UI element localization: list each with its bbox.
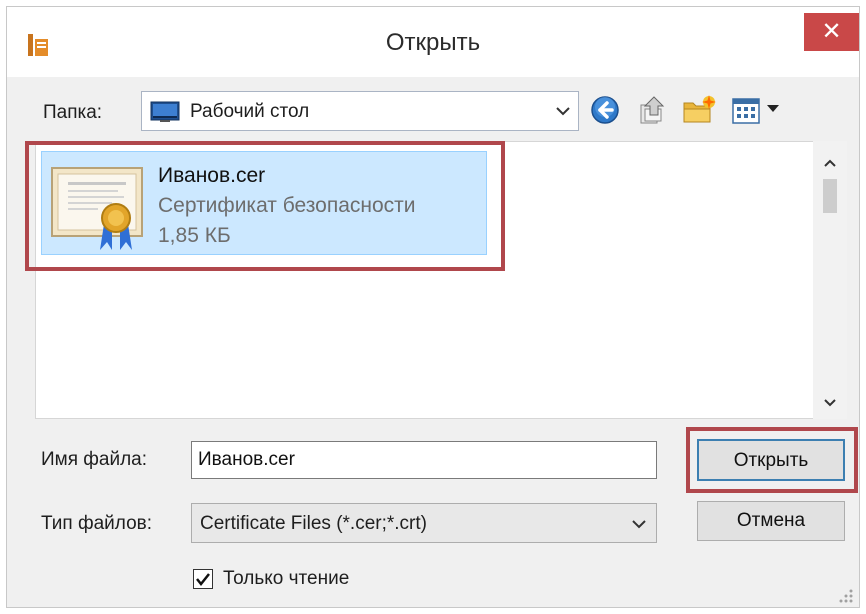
scroll-down-icon[interactable]: [822, 397, 838, 409]
desktop-icon: [150, 101, 180, 122]
readonly-label[interactable]: Только чтение: [223, 568, 349, 590]
view-dropdown-icon[interactable]: [767, 105, 779, 112]
chevron-down-icon[interactable]: [630, 517, 648, 531]
highlight-frame-file: [25, 141, 505, 271]
folder-value: Рабочий стол: [190, 101, 310, 122]
window-title: Открыть: [385, 29, 481, 56]
back-icon[interactable]: [589, 93, 621, 127]
scroll-thumb[interactable]: [823, 179, 837, 213]
open-dialog: Открыть ✕ Папка: Рабочий стол Иванов.cer…: [6, 6, 860, 608]
filename-label: Имя файла:: [41, 449, 148, 470]
filetype-label: Тип файлов:: [41, 513, 153, 534]
scroll-up-icon[interactable]: [822, 157, 838, 169]
folder-label: Папка:: [43, 102, 103, 123]
filename-input[interactable]: [191, 441, 657, 479]
resize-grip-icon[interactable]: [835, 585, 855, 605]
folder-select[interactable]: Рабочий стол: [141, 91, 579, 131]
up-folder-icon[interactable]: [635, 93, 669, 127]
readonly-checkbox[interactable]: [193, 569, 213, 589]
cancel-button[interactable]: Отмена: [697, 501, 845, 541]
vertical-scrollbar[interactable]: [813, 141, 847, 419]
filetype-value: Certificate Files (*.cer;*.crt): [200, 513, 427, 534]
view-menu-icon[interactable]: [729, 93, 763, 127]
open-button[interactable]: Открыть: [697, 439, 845, 481]
checkmark-icon: [196, 573, 210, 587]
chevron-down-icon[interactable]: [554, 104, 572, 118]
close-button[interactable]: ✕: [804, 13, 859, 51]
filetype-select[interactable]: Certificate Files (*.cer;*.crt): [191, 503, 657, 543]
new-folder-icon[interactable]: [681, 93, 717, 127]
title-bar[interactable]: Открыть ✕: [7, 7, 859, 77]
